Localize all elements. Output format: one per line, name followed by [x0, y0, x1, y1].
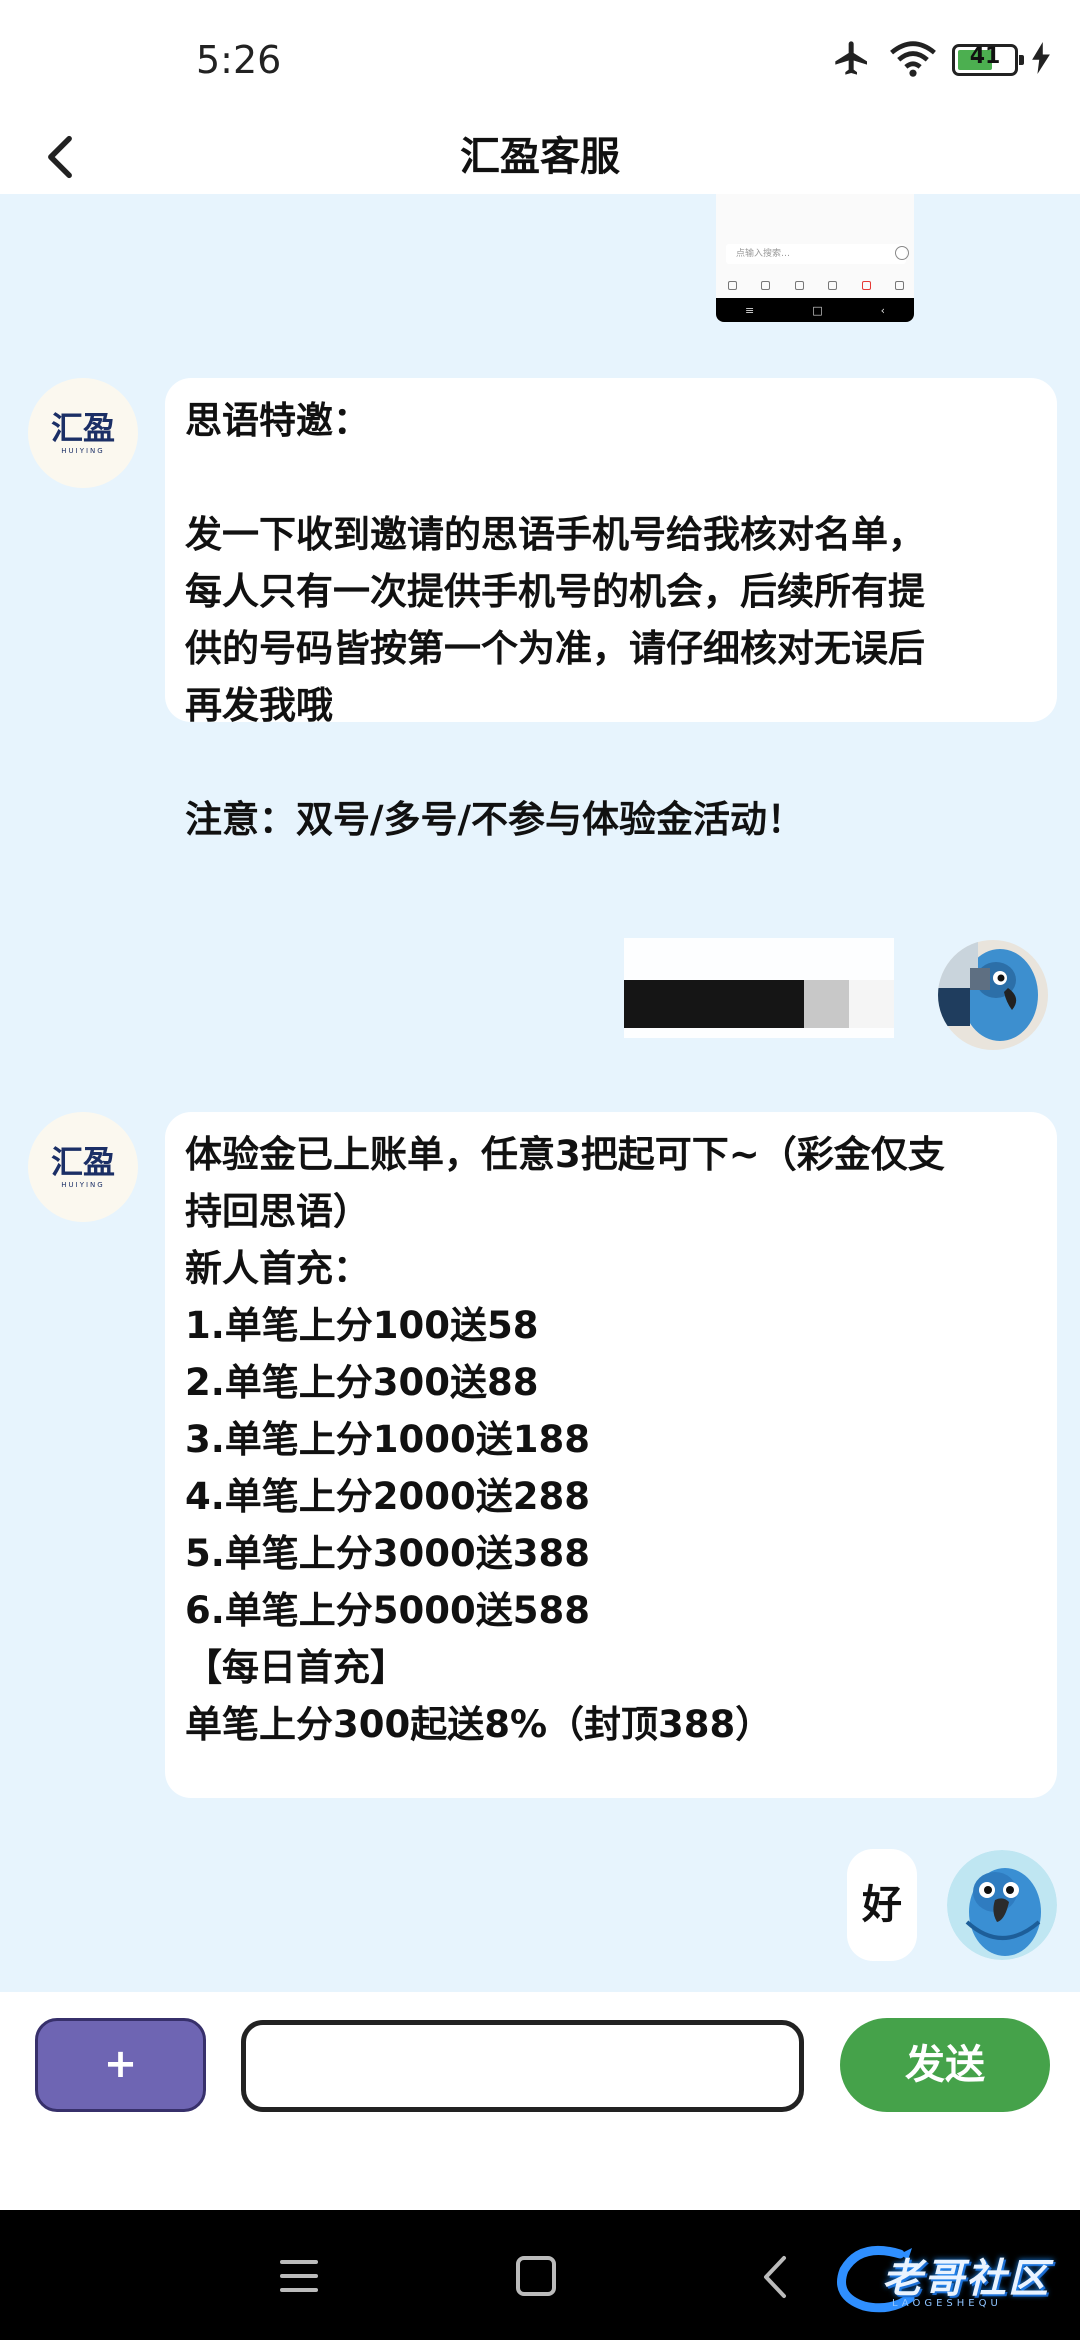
image-icon [761, 280, 771, 290]
message-line: 发一下收到邀请的思语手机号给我核对名单， [185, 513, 925, 556]
chat-area[interactable]: 点输入搜索… ≡ □ ‹ 汇盈 HUIYING 思语特邀： 发一下收到邀请的思语手机… [0, 194, 1080, 1992]
wifi-icon [888, 38, 938, 82]
thumbnail-toolbar [728, 276, 904, 294]
add-circle-icon [894, 280, 904, 290]
message-line: 供的号码皆按第一个为准，请仔细核对无误后 [185, 627, 925, 670]
message-line: 新人首充： [185, 1247, 370, 1290]
back-icon: ‹ [880, 303, 885, 317]
gift-icon [861, 280, 871, 290]
message-line: 【每日首充】 [185, 1646, 407, 1689]
charging-icon [1032, 42, 1050, 78]
agent-logo-text: 汇盈 [50, 409, 115, 447]
agent-message-bubble: 体验金已上账单，任意3把起可下~（彩金仅支 持回思语） 新人首充： 1.单笔上分… [165, 1112, 1057, 1798]
home-icon[interactable] [514, 2254, 558, 2298]
message-line: 思语特邀： [185, 399, 370, 442]
message-line: 2.单笔上分300送88 [185, 1361, 539, 1404]
battery-level: 41 [969, 44, 1001, 69]
sent-screenshot-image[interactable]: 点输入搜索… ≡ □ ‹ [716, 194, 914, 322]
location-icon [828, 280, 838, 290]
agent-logo-text: 汇盈 [50, 1143, 115, 1181]
camera-icon [794, 280, 804, 290]
user-avatar[interactable] [938, 940, 1048, 1050]
status-bar: 5:26 41 [0, 0, 1080, 120]
recent-apps-icon[interactable] [278, 2256, 320, 2296]
watermark-text: 老哥社区 [882, 2256, 1050, 2302]
message-line: 体验金已上账单，任意3把起可下~（彩金仅支 [185, 1133, 945, 1176]
home-icon: □ [812, 303, 823, 317]
agent-avatar[interactable]: 汇盈 HUIYING [28, 1112, 138, 1222]
page-title: 汇盈客服 [460, 134, 620, 180]
add-attachment-button[interactable]: + [35, 2018, 206, 2112]
agent-logo-subtext: HUIYING [61, 1181, 105, 1189]
message-line: 1.单笔上分100送58 [185, 1304, 539, 1347]
agent-message-bubble: 思语特邀： 发一下收到邀请的思语手机号给我核对名单， 每人只有一次提供手机号的机… [165, 378, 1057, 841]
airplane-mode-icon [830, 38, 874, 82]
system-nav-bar: 老哥社区 LAOGESHEQU [0, 2210, 1080, 2340]
redacted-image[interactable] [624, 938, 894, 1038]
mic-icon [728, 280, 737, 290]
back-icon[interactable] [760, 2254, 790, 2300]
agent-avatar[interactable]: 汇盈 HUIYING [28, 378, 138, 488]
message-line: 持回思语） [185, 1190, 370, 1233]
watermark: 老哥社区 LAOGESHEQU [830, 2240, 1075, 2320]
send-button[interactable]: 发送 [840, 2018, 1050, 2112]
message-line: 单笔上分300起送8%（封顶388） [185, 1703, 773, 1746]
thumbnail-input: 点输入搜索… [726, 244, 906, 264]
thumbnail-nav-bar: ≡ □ ‹ [716, 298, 914, 322]
message-input[interactable] [241, 2020, 804, 2112]
agent-logo-subtext: HUIYING [61, 447, 105, 455]
message-line: 4.单笔上分2000送288 [185, 1475, 591, 1518]
message-line: 5.单笔上分3000送388 [185, 1532, 591, 1575]
emoji-icon [895, 246, 909, 260]
watermark-subtext: LAOGESHEQU [892, 2298, 1002, 2309]
input-bar: + 发送 [0, 1992, 1080, 2210]
menu-icon: ≡ [744, 303, 755, 317]
user-message-text: 好 [862, 1882, 902, 1928]
message-line: 注意：双号/多号/不参与体验金活动！ [185, 798, 805, 841]
user-avatar[interactable] [947, 1850, 1057, 1960]
message-line [185, 734, 1037, 791]
message-line: 每人只有一次提供手机号的机会，后续所有提 [185, 570, 925, 613]
message-line: 3.单笔上分1000送188 [185, 1418, 591, 1461]
message-line [185, 449, 1037, 506]
battery-icon: 41 [952, 44, 1024, 76]
user-message-bubble: 好 [847, 1849, 917, 1961]
message-line: 6.单笔上分5000送588 [185, 1589, 591, 1632]
header: 汇盈客服 [0, 120, 1080, 194]
status-icons: 41 [830, 36, 1050, 84]
message-line: 再发我哦 [185, 684, 333, 727]
status-time: 5:26 [196, 38, 282, 82]
